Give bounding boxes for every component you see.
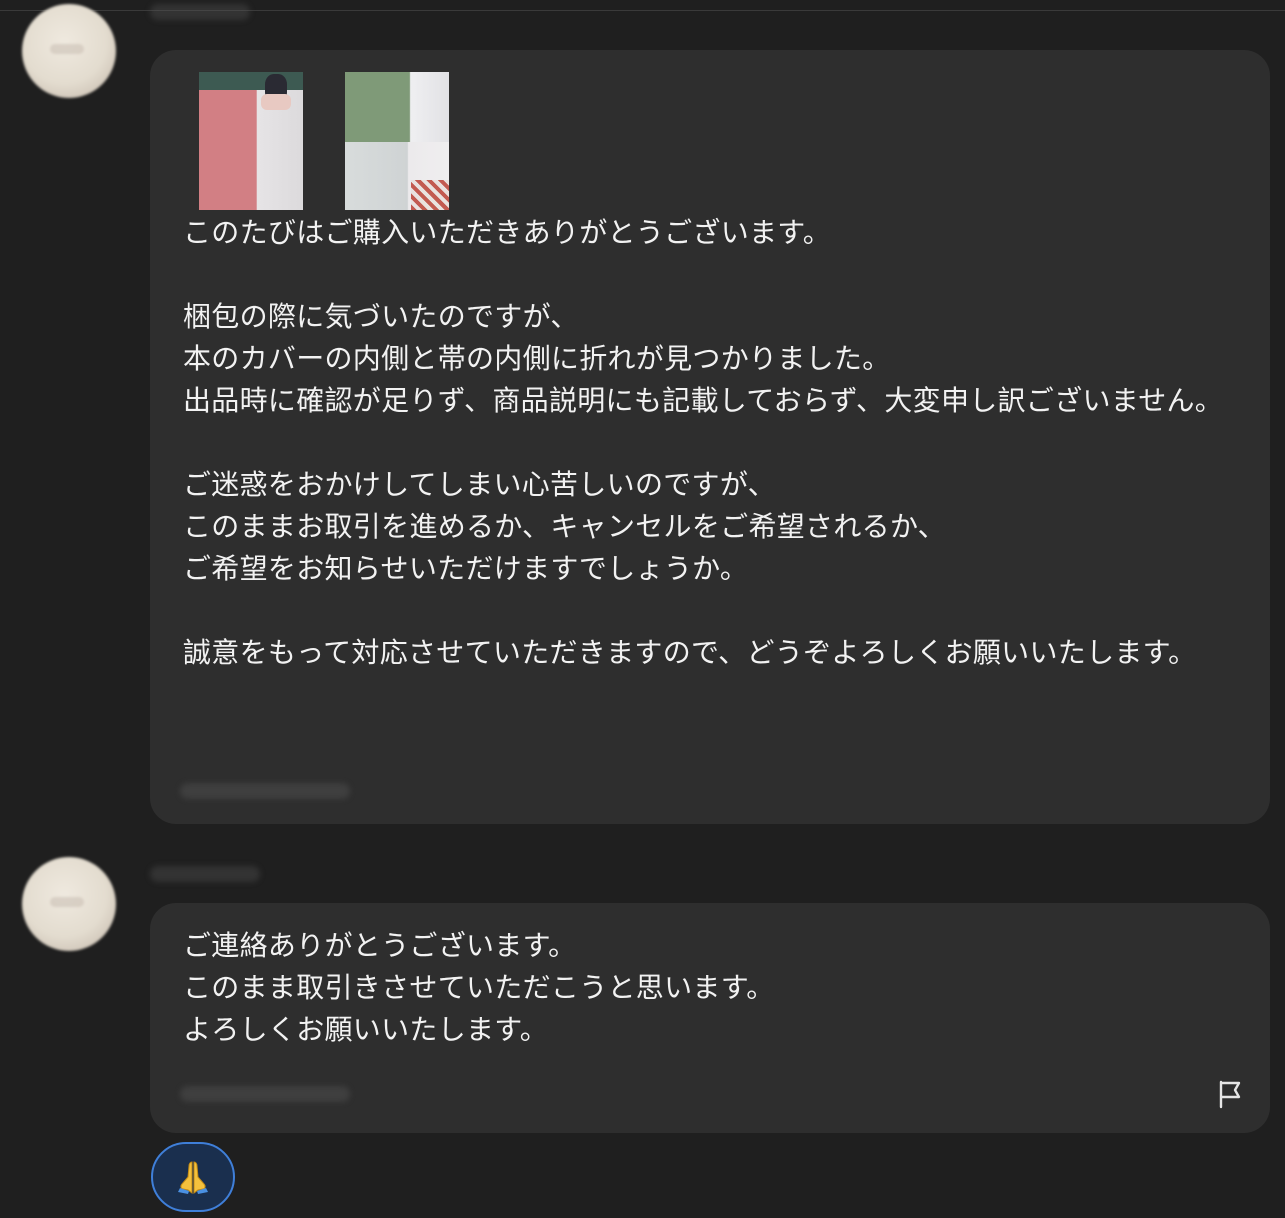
seller-avatar[interactable]: [22, 4, 116, 98]
buyer-name-blurred: [150, 866, 260, 882]
attachment-thumbnail-1[interactable]: [199, 72, 303, 210]
folded-hands-icon: [178, 1161, 208, 1194]
photo-detail: [411, 180, 449, 210]
message-text: このたびはご購入いただきありがとうございます。 梱包の際に気づいたのですが、 本…: [183, 216, 1224, 669]
message-bubble-buyer: ご連絡ありがとうございます。 このまま取引きさせていただこうと思います。 よろし…: [150, 903, 1270, 1133]
message-text: ご連絡ありがとうございます。 このまま取引きさせていただこうと思います。 よろし…: [183, 929, 775, 1046]
attachment-list: [199, 72, 449, 210]
message-bubble-seller: このたびはご購入いただきありがとうございます。 梱包の際に気づいたのですが、 本…: [150, 50, 1270, 824]
report-flag-icon[interactable]: [1216, 1079, 1244, 1109]
timestamp-blurred: [180, 1086, 350, 1102]
buyer-avatar[interactable]: [22, 857, 116, 951]
timestamp-blurred: [180, 783, 350, 799]
reaction-badge[interactable]: [151, 1142, 235, 1212]
photo-detail: [199, 72, 303, 90]
photo-detail: [261, 94, 291, 110]
attachment-thumbnail-2[interactable]: [345, 72, 449, 210]
seller-name-blurred: [150, 4, 250, 20]
